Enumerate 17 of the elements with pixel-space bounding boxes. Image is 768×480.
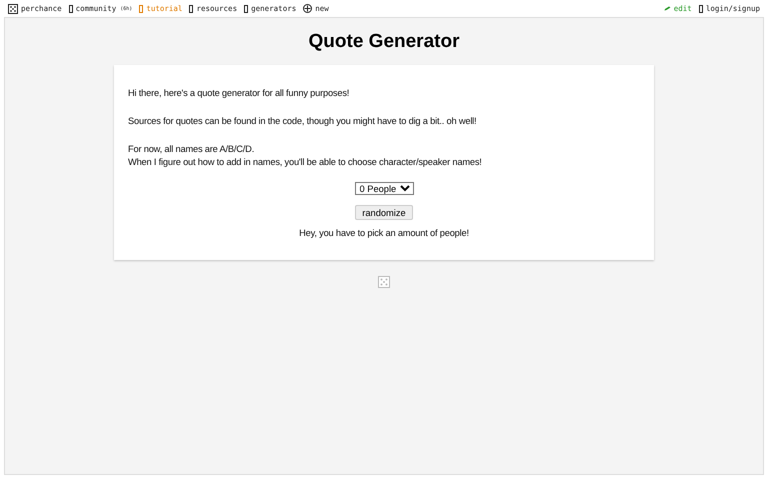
- pencil-icon: [664, 6, 671, 11]
- people-dropdown[interactable]: 0 People: [354, 182, 414, 195]
- page-title: Quote Generator: [308, 31, 460, 53]
- box-icon: [244, 4, 248, 12]
- intro-text: For now, all names are A/B/C/D.: [128, 143, 256, 156]
- box-icon: [139, 4, 144, 12]
- plus-circle-icon: [303, 4, 312, 13]
- intro-text: Sources for quotes can be found in the code, though you might have to dig a bit.. oh well!: [128, 115, 478, 128]
- output-text: Hey, you have to pick an amount of people!: [299, 228, 469, 238]
- intro-text: Hi there, here's a quote generator for all funny purposes!: [128, 87, 350, 100]
- randomize-button[interactable]: randomize: [355, 205, 413, 220]
- box-icon: [68, 4, 73, 12]
- dice-icon: [8, 4, 18, 14]
- dice-icon: [378, 276, 390, 288]
- box-icon: [189, 4, 194, 12]
- box-icon: [698, 4, 703, 12]
- intro-text: When I figure out how to add in names, you'll be able to choose character/speaker names!: [128, 156, 483, 169]
